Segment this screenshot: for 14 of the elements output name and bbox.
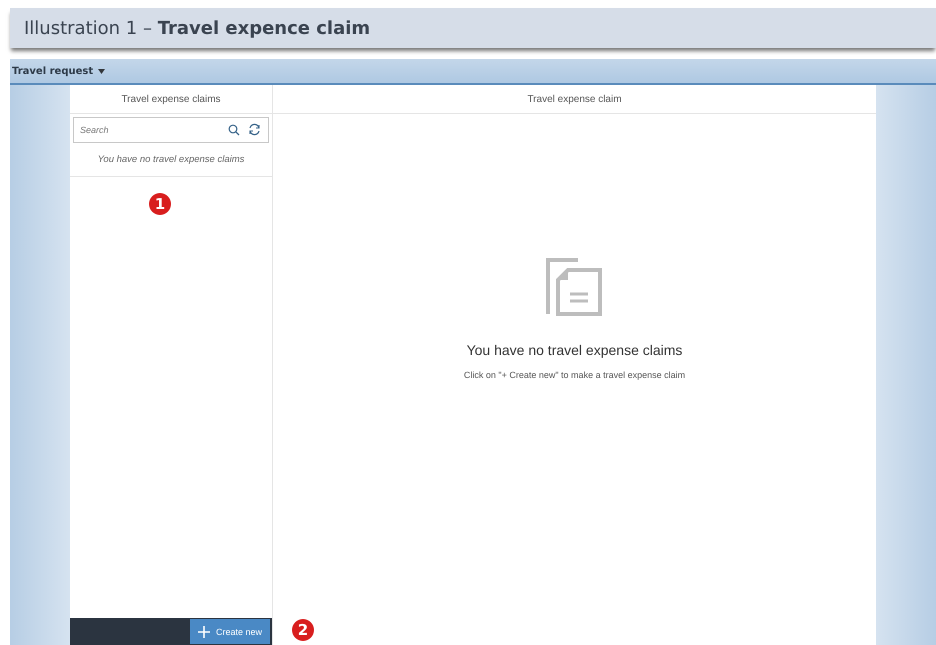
search-field[interactable]: Search bbox=[73, 117, 269, 143]
panel-title: Travel expense claims bbox=[121, 94, 221, 104]
app-title-menu[interactable]: Travel request bbox=[12, 66, 106, 76]
panel-title: Travel expense claim bbox=[527, 94, 622, 104]
documents-icon bbox=[546, 258, 604, 316]
empty-list-text: You have no travel expense claims bbox=[98, 154, 244, 165]
refresh-icon[interactable] bbox=[248, 123, 261, 136]
empty-state-hint: Click on "+ Create new" to make a travel expense claim bbox=[464, 370, 686, 380]
empty-state-title: You have no travel expense claims bbox=[466, 342, 682, 358]
caret-icon bbox=[98, 68, 106, 74]
create-new-button[interactable]: Create new bbox=[190, 619, 270, 644]
search-icon[interactable] bbox=[228, 124, 240, 136]
caption-text: Illustration 1 – Travel expence claim bbox=[24, 18, 370, 38]
plus-icon bbox=[198, 626, 210, 638]
